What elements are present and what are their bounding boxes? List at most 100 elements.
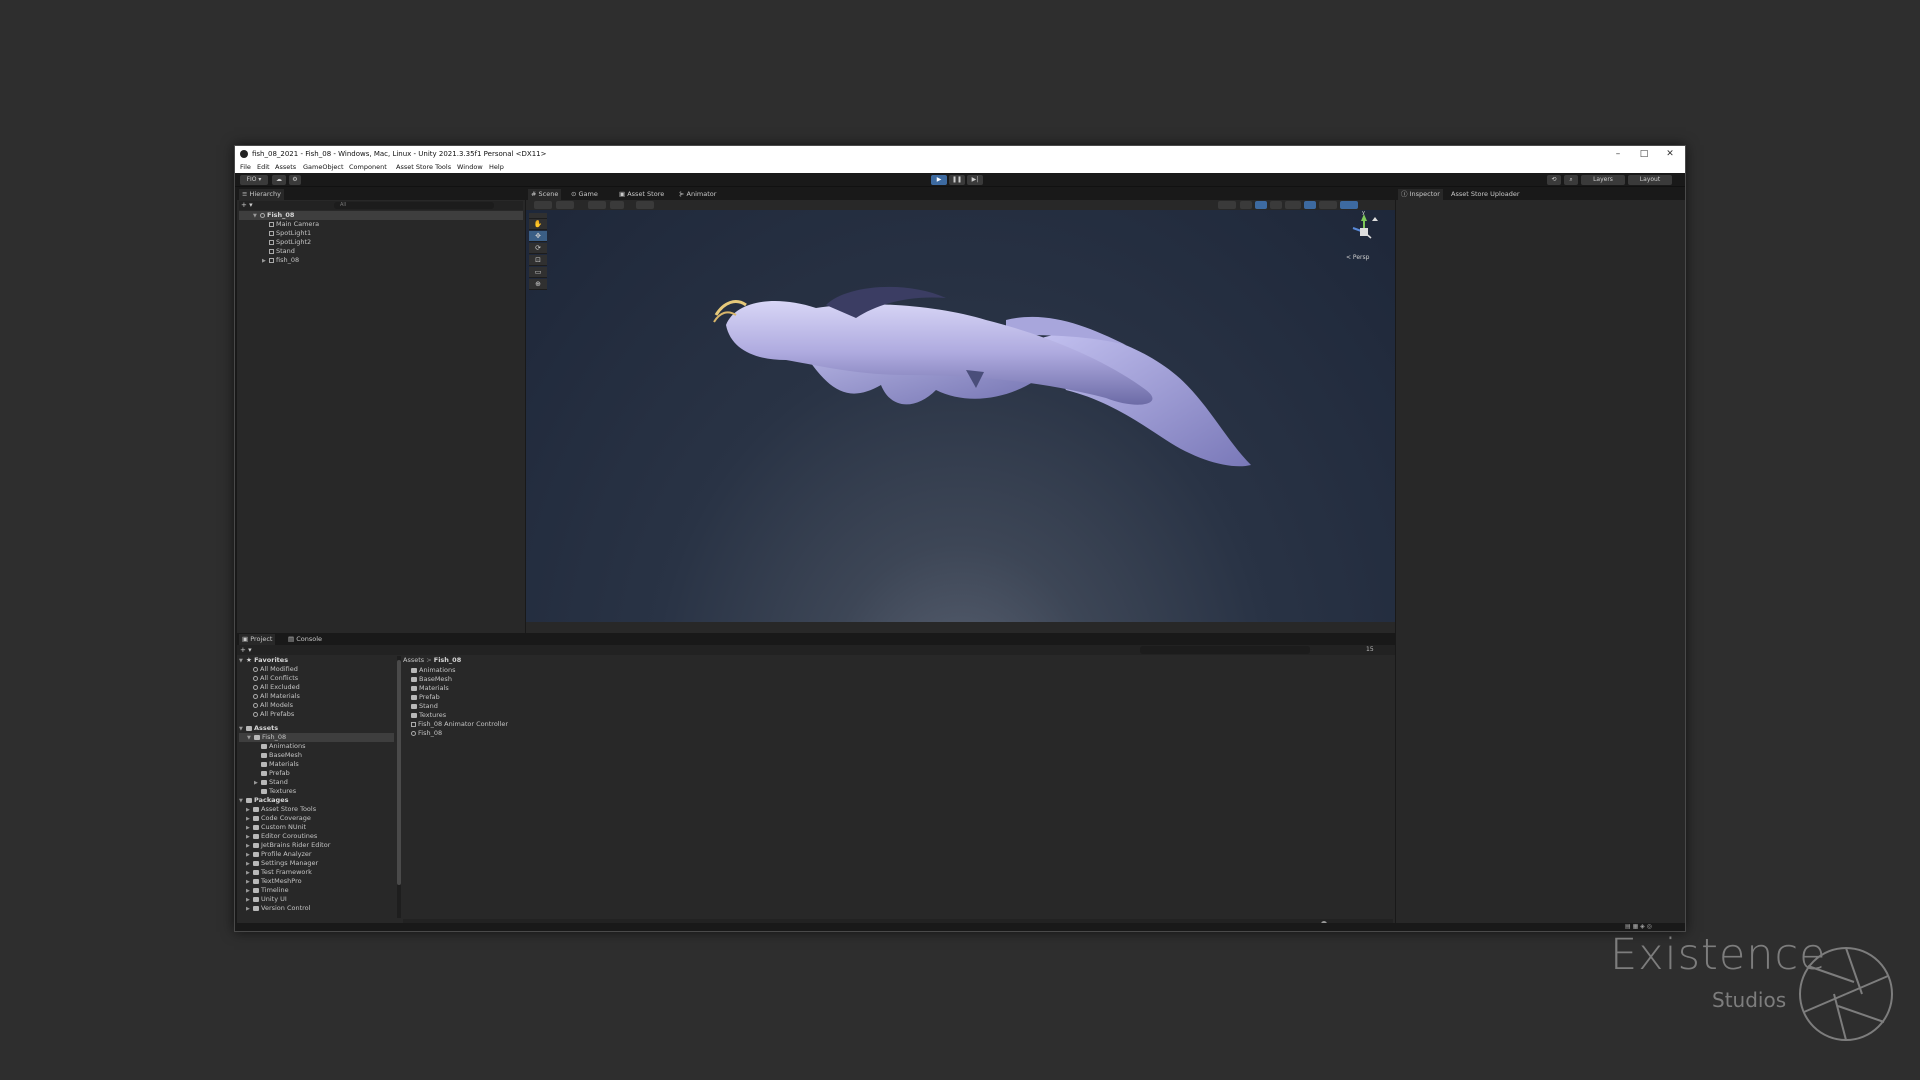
play-button[interactable]: ▶ — [931, 175, 947, 185]
hierarchy-item-fish-08[interactable]: ▶ fish_08 — [239, 256, 299, 265]
menu-component[interactable]: Component — [349, 162, 387, 173]
close-button[interactable]: ✕ — [1657, 146, 1683, 162]
maximize-button[interactable]: □ — [1631, 146, 1657, 162]
transform-tool-icon[interactable]: ⊕ — [529, 279, 547, 290]
project-search-input[interactable] — [1140, 646, 1310, 654]
tab-inspector[interactable]: ⓘ Inspector — [1398, 189, 1443, 200]
menu-gameobject[interactable]: GameObject — [303, 162, 344, 173]
tab-animator[interactable]: ⊱ Animator — [676, 189, 719, 200]
tab-asset-store[interactable]: ▣ Asset Store — [616, 189, 667, 200]
package-item[interactable]: ▶ Custom NUnit — [246, 823, 306, 832]
history-icon[interactable]: ⟲ — [1547, 175, 1561, 185]
assets-child[interactable]: ▶ Stand — [254, 778, 288, 787]
tab-asset-store-uploader[interactable]: Asset Store Uploader — [1448, 189, 1523, 200]
favorite-item[interactable]: All Materials — [253, 692, 300, 701]
assets-child[interactable]: Prefab — [261, 769, 290, 778]
menu-help[interactable]: Help — [489, 162, 504, 173]
content-item[interactable]: Fish_08 — [411, 729, 442, 738]
move-tool-icon[interactable]: ✥ — [529, 231, 547, 242]
assets-child[interactable]: BaseMesh — [261, 751, 302, 760]
hierarchy-item-spotlight1[interactable]: SpotLight1 — [239, 229, 311, 238]
layout-dropdown[interactable]: Layout — [1628, 175, 1672, 185]
content-item[interactable]: BaseMesh — [411, 675, 452, 684]
package-item[interactable]: ▶ Test Framework — [246, 868, 312, 877]
menu-file[interactable]: File — [240, 162, 251, 173]
scene-root[interactable]: ▼ Fish_08 — [239, 211, 523, 220]
menu-edit[interactable]: Edit — [257, 162, 270, 173]
content-item[interactable]: Fish_08 Animator Controller — [411, 720, 508, 729]
grid-dropdown[interactable] — [588, 201, 606, 209]
menu-window[interactable]: Window — [457, 162, 483, 173]
content-item[interactable]: Prefab — [411, 693, 440, 702]
minimize-button[interactable]: – — [1605, 146, 1631, 162]
menu-assets[interactable]: Assets — [275, 162, 296, 173]
favorite-item[interactable]: All Models — [253, 701, 293, 710]
tab-console[interactable]: ▤ Console — [285, 634, 325, 645]
effects-dropdown[interactable] — [1285, 201, 1301, 209]
package-item[interactable]: ▶ Code Coverage — [246, 814, 311, 823]
favorite-item[interactable]: All Conflicts — [253, 674, 298, 683]
assets-child[interactable]: Textures — [261, 787, 296, 796]
packages-header[interactable]: ▼ Packages — [239, 796, 288, 805]
rotate-tool-icon[interactable]: ⟳ — [529, 243, 547, 254]
favorite-item[interactable]: All Prefabs — [253, 710, 294, 719]
menu-asset-store-tools[interactable]: Asset Store Tools — [396, 162, 451, 173]
hidden-objects-toggle[interactable] — [1304, 201, 1316, 209]
assets-child[interactable]: Materials — [261, 760, 299, 769]
content-item[interactable]: Stand — [411, 702, 438, 711]
cloud-icon[interactable]: ☁ — [272, 175, 286, 185]
package-item[interactable]: ▶ TextMeshPro — [246, 877, 302, 886]
add-button[interactable]: + ▾ — [241, 201, 253, 210]
package-item[interactable]: ▶ Asset Store Tools — [246, 805, 316, 814]
breadcrumb-assets[interactable]: Assets — [403, 656, 424, 664]
hidden-count[interactable]: 15 — [1366, 646, 1374, 653]
favorites-header[interactable]: ▼ ★ Favorites — [239, 656, 288, 665]
2d-toggle[interactable] — [1240, 201, 1252, 209]
create-button[interactable]: + ▾ — [240, 645, 252, 655]
lighting-toggle[interactable] — [1255, 201, 1267, 209]
content-item[interactable]: Textures — [411, 711, 446, 720]
shading-dropdown[interactable] — [1218, 201, 1236, 209]
persp-label[interactable]: < Persp — [1346, 254, 1369, 261]
package-item[interactable]: ▶ JetBrains Rider Editor — [246, 841, 330, 850]
increment-dropdown[interactable] — [636, 201, 654, 209]
scale-tool-icon[interactable]: ⊡ — [529, 255, 547, 266]
hierarchy-search-input[interactable]: All — [334, 202, 494, 209]
package-item[interactable]: ▶ Timeline — [246, 886, 289, 895]
package-item[interactable]: ▶ Unity UI — [246, 895, 287, 904]
step-button[interactable]: ▶| — [967, 175, 983, 185]
package-item[interactable]: ▶ Settings Manager — [246, 859, 318, 868]
content-item[interactable]: Materials — [411, 684, 449, 693]
favorite-item[interactable]: All Excluded — [253, 683, 300, 692]
hierarchy-item-main-camera[interactable]: Main Camera — [239, 220, 319, 229]
content-item[interactable]: Animations — [411, 666, 456, 675]
camera-dropdown[interactable] — [1319, 201, 1337, 209]
tab-game[interactable]: ⊙ Game — [568, 189, 601, 200]
snap-dropdown[interactable] — [610, 201, 624, 209]
assets-folder-fish-08[interactable]: ▼ Fish_08 — [239, 733, 394, 742]
favorite-item[interactable]: All Modified — [253, 665, 298, 674]
pivot-dropdown[interactable] — [556, 201, 574, 209]
draw-mode-dropdown[interactable] — [534, 201, 552, 209]
assets-header[interactable]: ▼ Assets — [239, 724, 278, 733]
package-item[interactable]: ▶ Version Control — [246, 904, 310, 913]
settings-icon[interactable]: ⚙ — [289, 175, 301, 185]
hierarchy-item-stand[interactable]: Stand — [239, 247, 295, 256]
breadcrumb-fish-08[interactable]: Fish_08 — [434, 656, 461, 664]
tab-scene[interactable]: # Scene — [528, 189, 562, 200]
scene-viewport[interactable]: ✋ ✥ ⟳ ⊡ ▭ ⊕ y < Persp — [526, 200, 1395, 622]
package-item[interactable]: ▶ Editor Coroutines — [246, 832, 317, 841]
layers-dropdown[interactable]: Layers — [1581, 175, 1625, 185]
package-item[interactable]: ▶ Profile Analyzer — [246, 850, 312, 859]
tab-hierarchy[interactable]: ≡ Hierarchy — [239, 189, 284, 200]
account-dropdown[interactable]: FIO ▾ — [240, 175, 268, 185]
assets-child[interactable]: Animations — [261, 742, 306, 751]
search-icon[interactable]: ⌕ — [1564, 175, 1578, 185]
rect-tool-icon[interactable]: ▭ — [529, 267, 547, 278]
pause-button[interactable]: ❚❚ — [949, 175, 965, 185]
tab-project[interactable]: ▣ Project — [239, 634, 276, 645]
hand-tool-icon[interactable]: ✋ — [529, 219, 547, 230]
audio-toggle[interactable] — [1270, 201, 1282, 209]
tree-scrollbar[interactable] — [397, 656, 401, 918]
hierarchy-item-spotlight2[interactable]: SpotLight2 — [239, 238, 311, 247]
